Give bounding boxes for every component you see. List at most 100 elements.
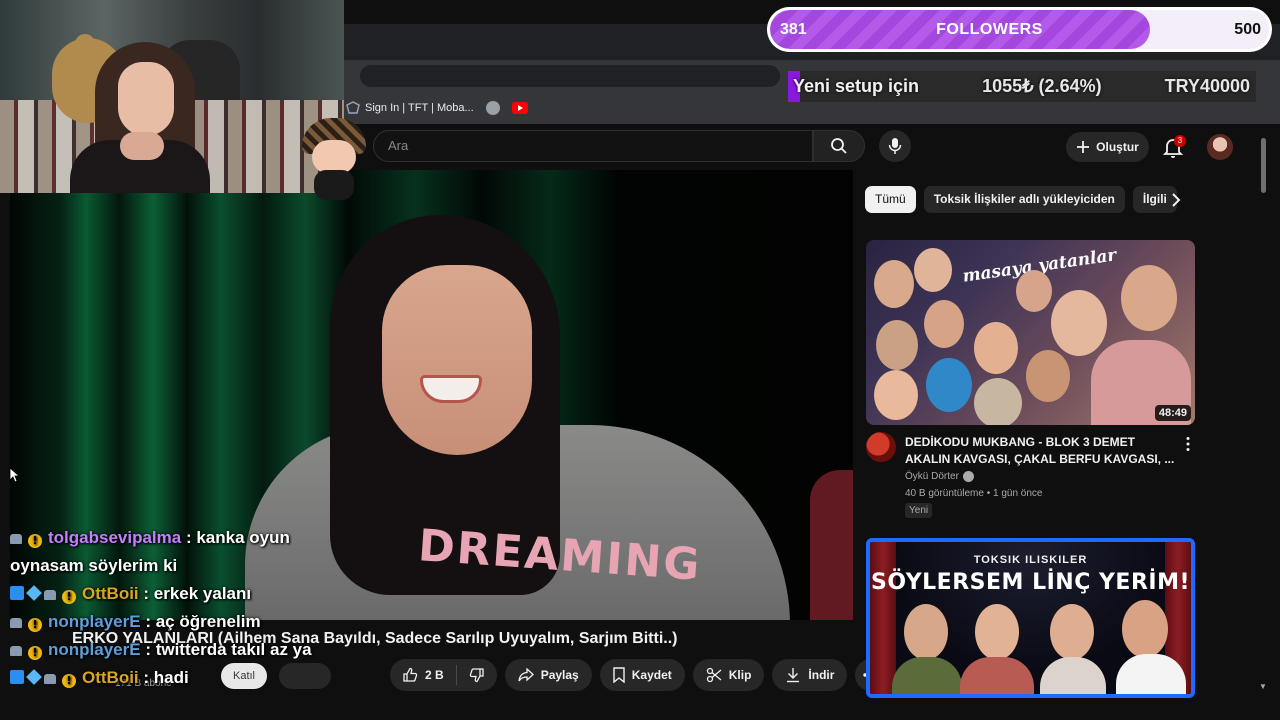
bookmark-globe[interactable] [485,101,500,115]
chevron-right-icon[interactable] [1166,190,1186,210]
stream-chat-overlay: ! tolgabsevipalma : kanka oyun oynasam söy… [10,524,350,692]
recommendation-channel[interactable]: Öykü Dörter [905,471,974,482]
donation-goal-text: Yeni setup için 1055₺ (2.64%) TRY40000 [788,71,1256,102]
chip-uploader[interactable]: Toksik İlişkiler adlı yükleyiciden [923,186,1125,213]
video-actions: 2 B Paylaş Kaydet Klip İndir [390,659,888,691]
save-button[interactable]: Kaydet [599,659,685,691]
chat-text: : twitterda takıl az ya [140,640,312,659]
dislike-button[interactable] [457,659,497,691]
chat-username: nonplayerE [48,640,141,659]
channel-avatar[interactable] [866,432,896,462]
gold-badge-icon: ! [28,534,42,548]
thumb-face [974,378,1022,425]
thumb-face [974,322,1018,374]
download-icon [787,668,800,683]
thumb-shirt [1040,657,1106,694]
recommendation-meta: 40 B görüntüleme • 1 gün önce [905,488,1043,499]
thumb-face [914,248,952,292]
chat-text: oynasam söylerim ki [10,556,178,575]
chat-text: : kanka oyun [181,528,290,547]
more-vertical-icon[interactable] [1181,436,1195,452]
notification-count-badge: 3 [1174,135,1186,147]
microphone-icon [888,138,902,154]
like-button[interactable]: 2 B [390,659,456,691]
recommendation-thumbnail-2[interactable]: TOKSIK ILISKILER SÖYLERSEM LİNÇ YERİM! [866,538,1195,698]
thumb-shirt [892,657,962,694]
chat-message: ! nonplayerE : aç öğrenelim [10,608,350,636]
recommendation-title[interactable]: DEDİKODU MUKBANG - BLOK 3 DEMET AKALIN K… [905,434,1177,468]
new-badge: Yeni [905,503,933,518]
search-button[interactable] [813,130,865,162]
bookmark-label: Sign In | TFT | Moba... [365,102,474,114]
download-button[interactable]: İndir [772,659,848,691]
video-second-person [810,470,853,620]
thumbnail-caption-main: SÖYLERSEM LİNÇ YERİM! [870,570,1191,595]
moderator-badge-icon [10,646,22,656]
thumb-face [876,320,918,370]
thumbs-down-icon [469,668,484,683]
doll-face [312,140,356,174]
create-button[interactable]: Oluştur [1066,132,1149,162]
scissors-icon [706,667,722,683]
moderator-badge-icon [10,534,22,544]
donation-goal-title: Yeni setup için [793,76,920,96]
thumb-shirt [960,657,1034,694]
moderator-badge-icon [10,618,22,628]
bookmark-youtube[interactable] [511,102,528,114]
webcam-person-face [118,62,174,136]
clip-button[interactable]: Klip [692,659,765,691]
like-count: 2 B [425,668,444,682]
recommendation-title-line: AKALIN KAVGASI, ÇAKAL BERFU KAVGASI, ... [905,452,1175,466]
thumb-face [1122,600,1168,658]
search-input[interactable]: Ara [373,130,813,162]
scrollbar[interactable] [1258,128,1268,693]
thumb-face [874,370,918,420]
share-icon [518,668,534,682]
cube-badge-icon [26,669,42,685]
chat-username: OttBoii [82,668,139,687]
thumbs-up-icon [403,667,418,682]
scrollbar-thumb[interactable] [1261,138,1266,193]
search-icon [831,138,847,154]
create-label: Oluştur [1096,140,1139,154]
chat-message: ! OttBoii : erkek yalanı [10,580,350,608]
chat-message: ! OttBoii : hadi [10,664,350,692]
share-button[interactable]: Paylaş [504,659,592,691]
bookmark-icon [613,667,625,683]
webcam-person-hands [120,132,164,160]
youtube-icon [511,102,528,114]
save-label: Kaydet [631,668,672,682]
scroll-down-icon[interactable]: ▼ [1259,682,1267,691]
globe-icon [485,101,500,115]
filter-chips: Tümü Toksik İlişkiler adlı yükleyiciden … [865,186,1177,213]
chat-message: ! tolgabsevipalma : kanka oyun [10,524,350,552]
thumb-face [1050,604,1094,660]
voice-search-button[interactable] [879,130,911,162]
download-label: İndir [808,668,835,682]
streamer-webcam [0,0,344,193]
chat-message: oynasam söylerim ki [10,552,350,580]
share-label: Paylaş [540,668,579,682]
gold-badge-icon: ! [62,590,76,604]
url-field[interactable] [360,65,780,87]
mouse-cursor-icon [9,467,19,483]
video-duration: 48:49 [1154,405,1191,421]
like-dislike-group: 2 B [390,659,497,691]
thumb-face [1026,350,1070,402]
thumb-face [1121,265,1177,331]
chip-all[interactable]: Tümü [865,186,916,213]
followers-target: 500 [1234,21,1261,38]
account-avatar[interactable] [1207,134,1233,160]
tft-icon [346,101,360,114]
chat-text: : erkek yalanı [138,584,252,603]
bookmark-tft[interactable]: Sign In | TFT | Moba... [346,101,474,115]
recommendation-thumbnail-1[interactable]: masaya yatanlar 48:49 [866,240,1195,425]
followers-goal-track: 381 FOLLOWERS 500 [770,10,1269,49]
chat-username: tolgabsevipalma [48,528,182,547]
chat-message: ! nonplayerE : twitterda takıl az ya [10,636,350,664]
chat-username: nonplayerE [48,612,141,631]
pin-badge-icon [10,670,24,684]
recommendation-title-line: DEDİKODU MUKBANG - BLOK 3 DEMET [905,435,1135,449]
pin-badge-icon [10,586,24,600]
followers-label: FOLLOWERS [936,21,1043,38]
